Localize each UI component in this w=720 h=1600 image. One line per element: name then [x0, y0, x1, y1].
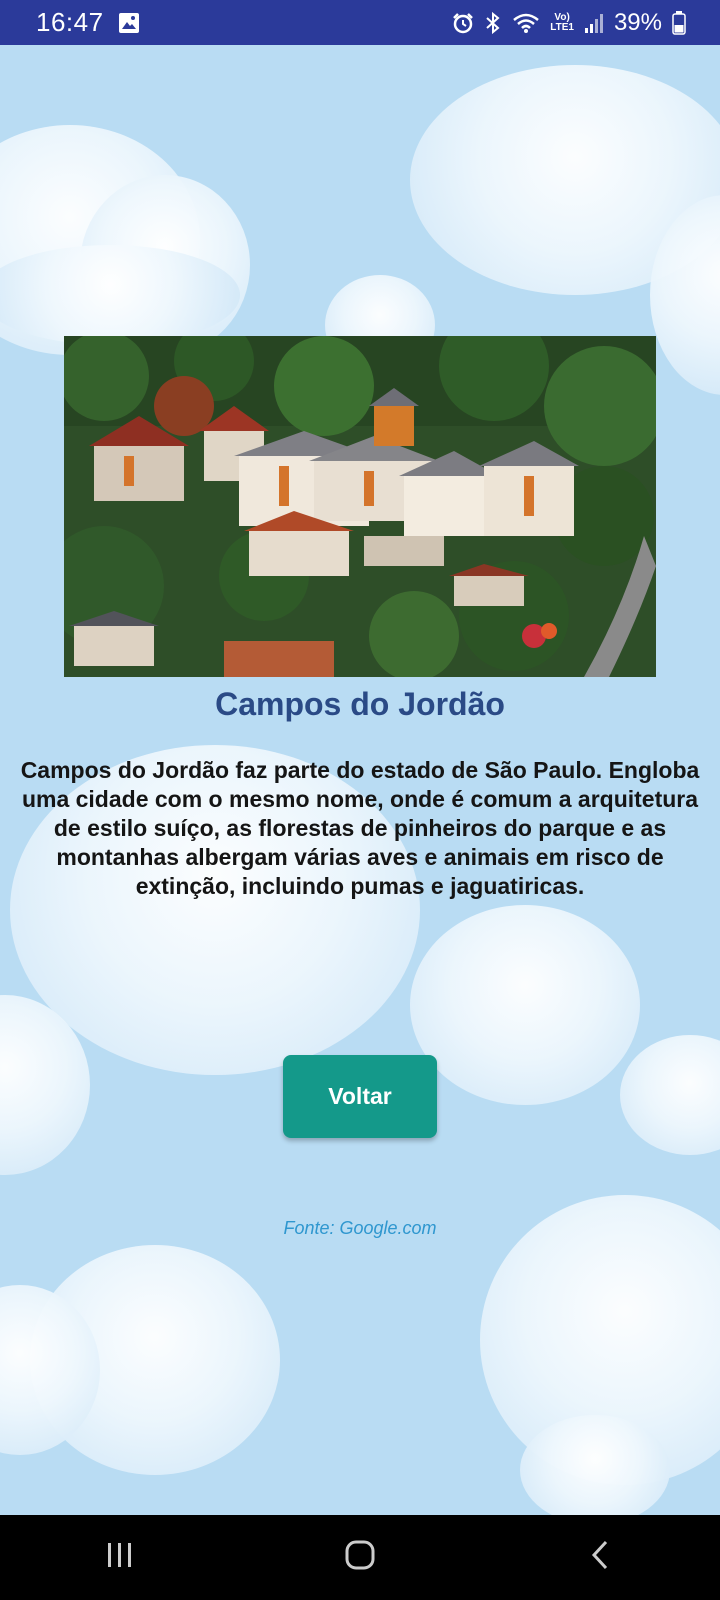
description-text: Campos do Jordão faz parte do estado de …	[20, 757, 700, 899]
bluetooth-icon	[484, 11, 502, 35]
back-nav-button[interactable]	[560, 1528, 640, 1588]
page-title: Campos do Jordão	[215, 686, 505, 722]
home-icon	[344, 1539, 376, 1576]
home-button[interactable]	[320, 1528, 400, 1588]
volte-icon: Vo) LTE1	[550, 12, 574, 33]
wifi-icon	[512, 12, 540, 34]
signal-icon	[584, 12, 604, 34]
alarm-icon	[452, 12, 474, 34]
recents-button[interactable]	[80, 1528, 160, 1588]
lte-label: LTE1	[550, 21, 574, 33]
status-time: 16:47	[36, 7, 104, 37]
battery-percent: 39%	[613, 8, 662, 36]
source-text: Fonte: Google.com	[283, 1218, 437, 1238]
image-icon	[118, 12, 140, 34]
battery-icon	[672, 10, 686, 35]
system-navigation-bar	[0, 1515, 720, 1600]
recents-icon	[105, 1541, 135, 1574]
status-bar: 16:47 Vo) LTE1 39%	[0, 0, 720, 45]
campos-do-jordao-photo	[64, 336, 656, 677]
back-button[interactable]: Voltar	[283, 1055, 437, 1138]
back-icon	[589, 1539, 611, 1576]
